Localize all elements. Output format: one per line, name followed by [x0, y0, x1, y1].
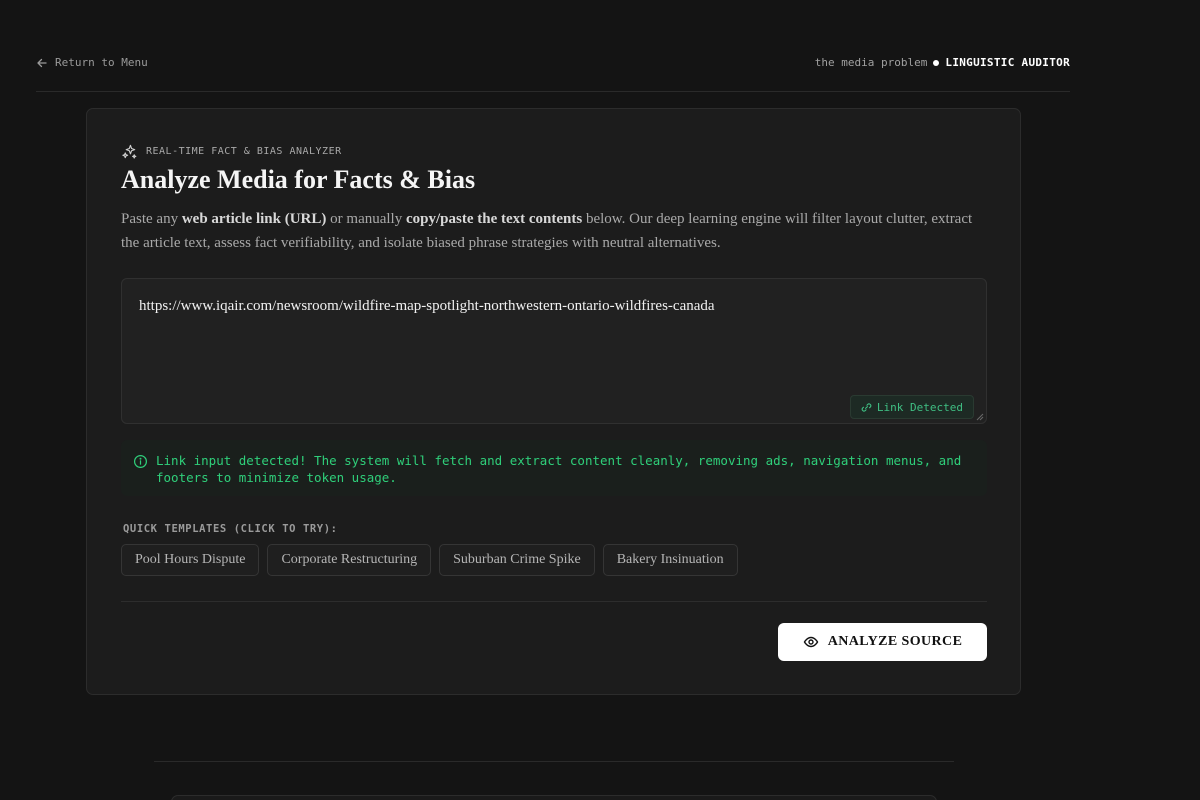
divider	[121, 601, 987, 602]
quick-templates-label: QUICK TEMPLATES (CLICK TO TRY):	[123, 523, 338, 535]
link-detected-badge: Link Detected	[849, 395, 974, 419]
source-input-value: https://www.iqair.com/newsroom/wildfire-…	[139, 298, 715, 314]
desc-part-1: Paste any	[121, 211, 182, 227]
analyzer-card: REAL-TIME FACT & BIAS ANALYZER Analyze M…	[86, 108, 1021, 695]
section-divider	[154, 761, 954, 762]
eyebrow-label: REAL-TIME FACT & BIAS ANALYZER	[146, 146, 342, 157]
template-suburban-crime-spike[interactable]: Suburban Crime Spike	[439, 544, 595, 576]
brand-dot	[933, 59, 940, 66]
link-detected-label: Link Detected	[876, 400, 963, 414]
resize-grip-icon[interactable]	[976, 413, 984, 421]
desc-bold-paste: copy/paste the text contents	[405, 211, 583, 227]
sparkles-icon	[122, 144, 137, 159]
desc-bold-url: web article link (URL)	[181, 211, 327, 227]
top-nav: Return to Menu the media problem LINGUIS…	[36, 56, 1070, 92]
eye-icon	[803, 636, 818, 648]
template-bakery-insinuation[interactable]: Bakery Insinuation	[602, 544, 738, 576]
description: Paste any web article link (URL) or manu…	[121, 207, 981, 255]
desc-part-2: or manually	[326, 211, 406, 227]
link-icon	[861, 402, 872, 412]
link-notice-text: Link input detected! The system will fet…	[156, 453, 962, 485]
brand: the media problem LINGUISTIC AUDITOR	[815, 56, 1070, 69]
template-pool-hours-dispute[interactable]: Pool Hours Dispute	[121, 544, 260, 576]
quick-templates: Pool Hours Dispute Corporate Restructuri…	[121, 544, 738, 576]
info-icon	[133, 454, 148, 469]
arrow-left-icon	[37, 58, 47, 67]
brand-title: LINGUISTIC AUDITOR	[945, 56, 1070, 69]
analyze-source-label: ANALYZE SOURCE	[827, 634, 963, 649]
next-section-card	[171, 795, 937, 800]
page-title: Analyze Media for Facts & Bias	[121, 165, 476, 194]
template-corporate-restructuring[interactable]: Corporate Restructuring	[267, 544, 432, 576]
analyze-source-button[interactable]: ANALYZE SOURCE	[778, 623, 987, 661]
return-to-menu-label: Return to Menu	[55, 56, 148, 69]
eyebrow: REAL-TIME FACT & BIAS ANALYZER	[121, 143, 342, 160]
source-input[interactable]: https://www.iqair.com/newsroom/wildfire-…	[121, 278, 987, 424]
return-to-menu-link[interactable]: Return to Menu	[36, 56, 148, 69]
link-notice: Link input detected! The system will fet…	[121, 440, 987, 496]
brand-subtitle: the media problem	[814, 56, 928, 69]
